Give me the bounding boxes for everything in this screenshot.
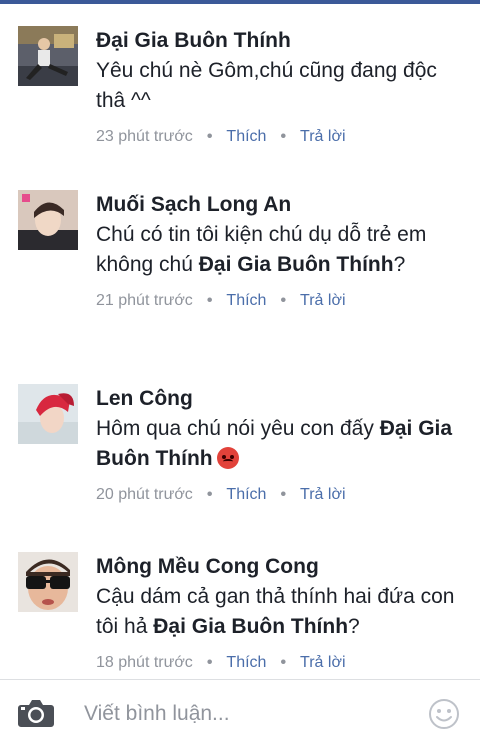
- avatar[interactable]: [18, 26, 78, 86]
- comment-meta: 21 phút trước • Thích • Trả lời: [96, 290, 468, 312]
- avatar[interactable]: [18, 384, 78, 444]
- comment-text: Yêu chú nè Gôm,chú cũng đang độc thâ ^^: [96, 56, 468, 116]
- profile-photo-icon: [18, 384, 78, 444]
- separator-dot: •: [280, 486, 287, 503]
- comment-author[interactable]: Muối Sạch Long An: [96, 190, 468, 220]
- comment-meta: 20 phút trước • Thích • Trả lời: [96, 484, 468, 506]
- avatar[interactable]: [18, 552, 78, 612]
- comment-timestamp: 18 phút trước: [96, 654, 193, 671]
- profile-photo-icon: [18, 190, 78, 250]
- separator-dot: •: [280, 128, 287, 145]
- comment-timestamp: 23 phút trước: [96, 128, 193, 145]
- comment-meta: 23 phút trước • Thích • Trả lời: [96, 126, 468, 148]
- reply-button[interactable]: Trả lời: [300, 654, 345, 671]
- profile-photo-icon: [18, 26, 78, 86]
- comment-timestamp: 20 phút trước: [96, 486, 193, 503]
- comment-text-suffix: ?: [348, 615, 360, 638]
- profile-photo-icon: [18, 552, 78, 612]
- like-button[interactable]: Thích: [226, 486, 266, 503]
- comment-author[interactable]: Mông Mều Cong Cong: [96, 552, 468, 582]
- separator-dot: •: [206, 654, 213, 671]
- comment-timestamp: 21 phút trước: [96, 292, 193, 309]
- separator-dot: •: [280, 654, 287, 671]
- separator-dot: •: [206, 128, 213, 145]
- top-accent-bar: [0, 0, 480, 4]
- comment-input[interactable]: [84, 699, 404, 729]
- comment-text: Cậu dám cả gan thả thính hai đứa con tôi…: [96, 582, 468, 642]
- like-button[interactable]: Thích: [226, 292, 266, 309]
- comment-meta: 18 phút trước • Thích • Trả lời: [96, 652, 468, 674]
- comment-text-content: Yêu chú nè Gôm,chú cũng đang độc thâ ^^: [96, 59, 437, 112]
- angry-face-emoji-icon: [216, 447, 239, 469]
- comment-text: Hôm qua chú nói yêu con đấy Đại Gia Buôn…: [96, 414, 468, 474]
- separator-dot: •: [280, 292, 287, 309]
- camera-icon[interactable]: [17, 698, 55, 728]
- separator-dot: •: [206, 292, 213, 309]
- comment-author[interactable]: Len Công: [96, 384, 468, 414]
- avatar[interactable]: [18, 190, 78, 250]
- reply-button[interactable]: Trả lời: [300, 292, 345, 309]
- like-button[interactable]: Thích: [226, 654, 266, 671]
- comment-text-content: Hôm qua chú nói yêu con đấy: [96, 417, 380, 440]
- smiley-icon[interactable]: [428, 698, 460, 730]
- like-button[interactable]: Thích: [226, 128, 266, 145]
- comment-author[interactable]: Đại Gia Buôn Thính: [96, 26, 468, 56]
- comment-text: Chú có tin tôi kiện chú dụ dỗ trẻ em khô…: [96, 220, 468, 280]
- mention-link[interactable]: Đại Gia Buôn Thính: [199, 253, 394, 276]
- reply-button[interactable]: Trả lời: [300, 486, 345, 503]
- mention-link[interactable]: Đại Gia Buôn Thính: [153, 615, 348, 638]
- separator-dot: •: [206, 486, 213, 503]
- reply-button[interactable]: Trả lời: [300, 128, 345, 145]
- comment-composer: [0, 679, 480, 749]
- comment-text-suffix: ?: [393, 253, 406, 276]
